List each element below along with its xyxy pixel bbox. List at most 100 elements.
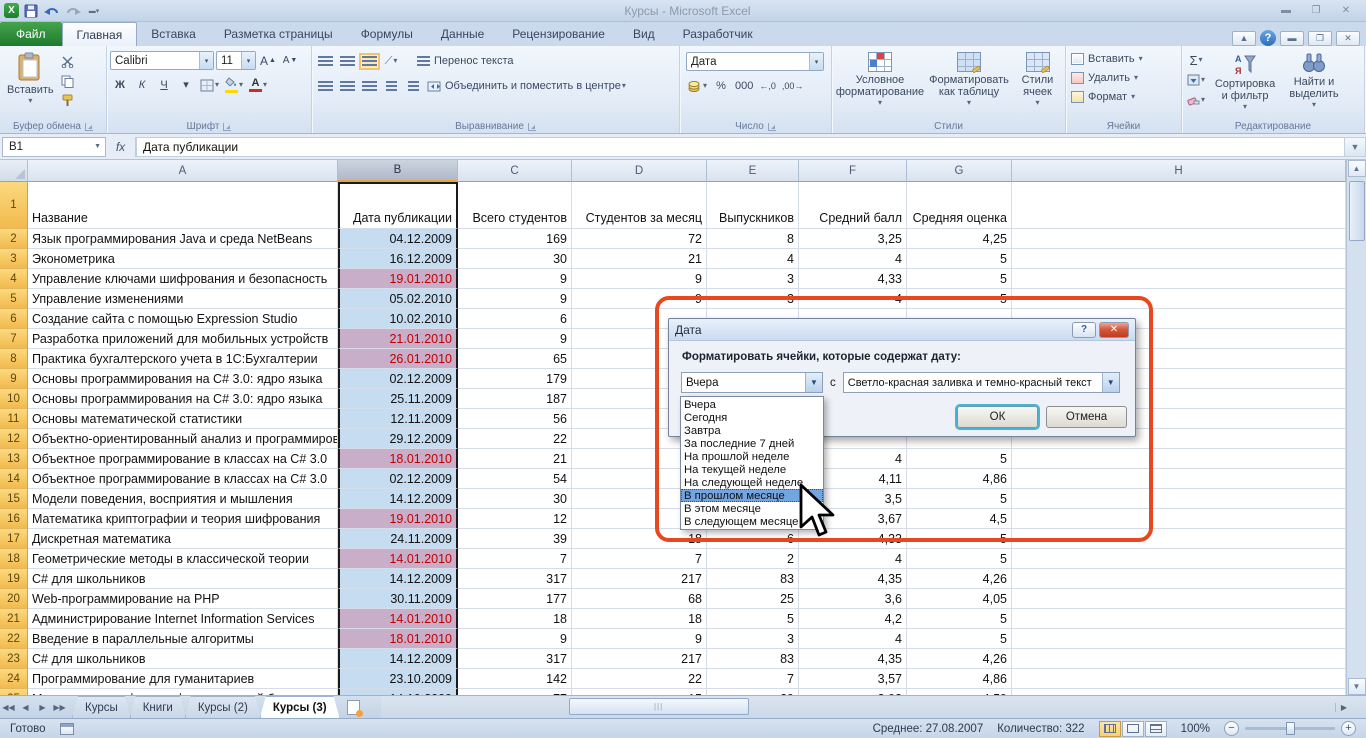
cell-H21[interactable] bbox=[1012, 609, 1346, 629]
row-header-7[interactable]: 7 bbox=[0, 329, 28, 349]
cell-A13[interactable]: Объектное программирование в классах на … bbox=[28, 449, 338, 469]
workbook-minimize-button[interactable]: ▬ bbox=[1280, 31, 1304, 46]
cell-C17[interactable]: 39 bbox=[458, 529, 572, 549]
cell-C12[interactable]: 22 bbox=[458, 429, 572, 449]
row-header-17[interactable]: 17 bbox=[0, 529, 28, 549]
format-style-select[interactable]: Светло-красная заливка и темно-красный т… bbox=[843, 372, 1120, 393]
cancel-button[interactable]: Отмена bbox=[1046, 406, 1127, 428]
cell-E23[interactable]: 83 bbox=[707, 649, 799, 669]
cell-C18[interactable]: 7 bbox=[458, 549, 572, 569]
cell-E24[interactable]: 7 bbox=[707, 669, 799, 689]
cell-D23[interactable]: 217 bbox=[572, 649, 707, 669]
font-size-select[interactable]: 11▾ bbox=[216, 51, 256, 70]
cell-C14[interactable]: 54 bbox=[458, 469, 572, 489]
cell-B13[interactable]: 18.01.2010 bbox=[338, 449, 458, 469]
row-header-16[interactable]: 16 bbox=[0, 509, 28, 529]
cell-A8[interactable]: Практика бухгалтерского учета в 1С:Бухга… bbox=[28, 349, 338, 369]
cell-G23[interactable]: 4,26 bbox=[907, 649, 1012, 669]
select-all-corner[interactable] bbox=[0, 160, 28, 182]
cell-G2[interactable]: 4,25 bbox=[907, 229, 1012, 249]
cell-B7[interactable]: 21.01.2010 bbox=[338, 329, 458, 349]
format-cells-button[interactable]: Формат▾ bbox=[1069, 87, 1178, 106]
dialog-title-bar[interactable]: Дата ? ✕ bbox=[669, 319, 1135, 341]
cell-B1[interactable]: Дата публикации bbox=[338, 182, 458, 229]
row-header-4[interactable]: 4 bbox=[0, 269, 28, 289]
orientation-icon[interactable]: ⟋▾ bbox=[381, 52, 401, 70]
cell-H23[interactable] bbox=[1012, 649, 1346, 669]
cell-B23[interactable]: 14.12.2009 bbox=[338, 649, 458, 669]
cell-C9[interactable]: 179 bbox=[458, 369, 572, 389]
sheet-tab-книги[interactable]: Книги bbox=[130, 696, 186, 718]
hscroll-right-icon[interactable]: ▶ bbox=[1335, 703, 1352, 712]
cell-B21[interactable]: 14.01.2010 bbox=[338, 609, 458, 629]
cell-E17[interactable]: 6 bbox=[707, 529, 799, 549]
cell-F19[interactable]: 4,35 bbox=[799, 569, 907, 589]
cell-H4[interactable] bbox=[1012, 269, 1346, 289]
cell-B6[interactable]: 10.02.2010 bbox=[338, 309, 458, 329]
normal-view-button[interactable] bbox=[1099, 721, 1121, 737]
cell-D1[interactable]: Студентов за месяц bbox=[572, 182, 707, 229]
insert-worksheet-button[interactable] bbox=[339, 696, 369, 718]
excel-logo-icon[interactable]: X bbox=[4, 3, 19, 18]
alignment-dialog-launcher-icon[interactable] bbox=[528, 123, 536, 131]
row-header-6[interactable]: 6 bbox=[0, 309, 28, 329]
row-header-13[interactable]: 13 bbox=[0, 449, 28, 469]
cell-F5[interactable]: 4 bbox=[799, 289, 907, 309]
horizontal-scroll-thumb[interactable]: ||| bbox=[569, 698, 749, 715]
next-sheet-icon[interactable]: ▶ bbox=[34, 696, 51, 718]
row-header-11[interactable]: 11 bbox=[0, 409, 28, 429]
cell-C22[interactable]: 9 bbox=[458, 629, 572, 649]
cell-F23[interactable]: 4,35 bbox=[799, 649, 907, 669]
clipboard-dialog-launcher-icon[interactable] bbox=[85, 123, 93, 131]
cell-G19[interactable]: 4,26 bbox=[907, 569, 1012, 589]
cell-E18[interactable]: 2 bbox=[707, 549, 799, 569]
cell-A11[interactable]: Основы математической статистики bbox=[28, 409, 338, 429]
workbook-restore-button[interactable]: ❐ bbox=[1308, 31, 1332, 46]
cell-G3[interactable]: 5 bbox=[907, 249, 1012, 269]
date-condition-select[interactable]: Вчера ▼ bbox=[681, 372, 823, 393]
help-icon[interactable]: ? bbox=[1260, 30, 1276, 46]
zoom-out-icon[interactable]: − bbox=[1224, 721, 1239, 736]
cell-B10[interactable]: 25.11.2009 bbox=[338, 389, 458, 409]
cell-B5[interactable]: 05.02.2010 bbox=[338, 289, 458, 309]
cell-A5[interactable]: Управление изменениями bbox=[28, 289, 338, 309]
cell-D19[interactable]: 217 bbox=[572, 569, 707, 589]
ribbon-tab-главная[interactable]: Главная bbox=[62, 22, 138, 46]
cell-H1[interactable] bbox=[1012, 182, 1346, 229]
cell-H14[interactable] bbox=[1012, 469, 1346, 489]
cell-D17[interactable]: 18 bbox=[572, 529, 707, 549]
ribbon-tab-файл[interactable]: Файл bbox=[0, 22, 62, 46]
cell-C21[interactable]: 18 bbox=[458, 609, 572, 629]
name-box[interactable]: B1▼ bbox=[2, 137, 106, 157]
fill-button[interactable]: ▾ bbox=[1185, 71, 1207, 89]
cell-H3[interactable] bbox=[1012, 249, 1346, 269]
align-bottom-icon[interactable] bbox=[359, 52, 379, 70]
grow-font-button[interactable]: A▲ bbox=[258, 52, 278, 70]
align-left-icon[interactable] bbox=[315, 77, 335, 95]
bold-button[interactable]: Ж bbox=[110, 76, 130, 94]
cell-G24[interactable]: 4,86 bbox=[907, 669, 1012, 689]
undo-icon[interactable] bbox=[43, 3, 61, 19]
ribbon-tab-вставка[interactable]: Вставка bbox=[137, 22, 210, 46]
dropdown-option[interactable]: Вчера bbox=[681, 398, 823, 411]
cell-B22[interactable]: 18.01.2010 bbox=[338, 629, 458, 649]
cell-H15[interactable] bbox=[1012, 489, 1346, 509]
percent-format-button[interactable]: % bbox=[711, 77, 731, 95]
cell-H16[interactable] bbox=[1012, 509, 1346, 529]
zoom-in-icon[interactable]: + bbox=[1341, 721, 1356, 736]
cell-A6[interactable]: Создание сайта с помощью Expression Stud… bbox=[28, 309, 338, 329]
cell-H20[interactable] bbox=[1012, 589, 1346, 609]
cell-H13[interactable] bbox=[1012, 449, 1346, 469]
cell-A17[interactable]: Дискретная математика bbox=[28, 529, 338, 549]
ribbon-tab-рецензирование[interactable]: Рецензирование bbox=[498, 22, 619, 46]
row-header-23[interactable]: 23 bbox=[0, 649, 28, 669]
dropdown-option[interactable]: Завтра bbox=[681, 424, 823, 437]
borders-button[interactable]: ▾ bbox=[198, 76, 221, 94]
cell-F24[interactable]: 3,57 bbox=[799, 669, 907, 689]
cell-G14[interactable]: 4,86 bbox=[907, 469, 1012, 489]
italic-button[interactable]: К bbox=[132, 76, 152, 94]
row-header-5[interactable]: 5 bbox=[0, 289, 28, 309]
cell-E22[interactable]: 3 bbox=[707, 629, 799, 649]
cell-C20[interactable]: 177 bbox=[458, 589, 572, 609]
cell-E21[interactable]: 5 bbox=[707, 609, 799, 629]
